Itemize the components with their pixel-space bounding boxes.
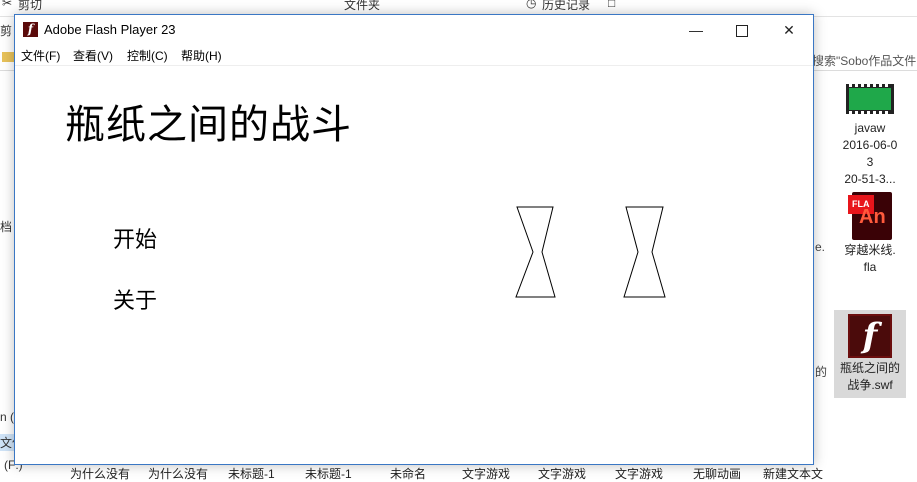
bottle-shape [515,206,556,298]
close-button[interactable]: ✕ [766,15,812,45]
left-fragment: 剪 [0,24,13,38]
minimize-button[interactable]: — [673,15,719,45]
partial-label: 的 [815,365,828,379]
file-label[interactable]: 文字游戏 [538,465,586,482]
file-label[interactable]: 文字游戏 [462,465,510,482]
maximize-icon [736,25,748,38]
file-label[interactable]: 为什么没有 [70,465,130,482]
file-label: 2016-06-0 [842,138,898,152]
file-label: 瓶纸之间的 [839,361,900,375]
bottom-file-row: 为什么没有 为什么没有 未标题-1 未标题-1 未命名 文字游戏 文字游戏 文字… [0,463,917,481]
file-label[interactable]: 无聊动画 [693,465,741,482]
left-fragment: 档 [0,220,13,234]
file-label[interactable]: 文字游戏 [615,465,663,482]
file-swf[interactable]: f 瓶纸之间的 战争.swf [834,310,906,398]
history-icon: ◷ [526,0,537,10]
file-label: 战争.swf [847,378,893,392]
window-title: Adobe Flash Player 23 [44,22,176,37]
file-javaw-video[interactable]: javaw 2016-06-0 3 20-51-3... [834,84,906,188]
menu-file[interactable]: 文件(F) [21,47,60,64]
file-label: 3 [866,155,874,169]
file-label[interactable]: 未标题-1 [228,465,275,482]
video-icon [846,84,894,114]
file-label: 穿越米线. [844,243,896,257]
left-fragment: n ( [0,410,15,424]
new-folder-button[interactable]: 文件夹 [344,0,380,13]
select-icon[interactable]: □ [608,0,615,10]
cut-button[interactable]: 剪切 [18,0,42,13]
file-label: 20-51-3... [844,172,896,186]
title-bar[interactable]: f Adobe Flash Player 23 — ✕ [15,15,813,45]
menu-help[interactable]: 帮助(H) [181,47,222,64]
flash-stage[interactable]: 瓶纸之间的战斗 开始 关于 [15,66,813,464]
folder-icon [2,52,14,62]
menu-control[interactable]: 控制(C) [127,47,168,64]
file-label[interactable]: 为什么没有 [148,465,208,482]
file-label[interactable]: 新建文本文 [763,465,823,482]
file-label[interactable]: 未命名 [390,465,426,482]
file-label[interactable]: 未标题-1 [305,465,352,482]
scissors-icon[interactable]: ✂ [2,0,12,10]
maximize-button[interactable] [719,15,765,45]
flash-player-window[interactable]: f Adobe Flash Player 23 — ✕ 文件(F) 查看(V) … [14,14,814,465]
about-option[interactable]: 关于 [113,283,157,315]
animate-fla-icon: FLA An [848,192,892,240]
file-label: javaw [854,121,886,135]
menu-view[interactable]: 查看(V) [73,47,113,64]
menu-bar: 文件(F) 查看(V) 控制(C) 帮助(H) [15,45,813,66]
flash-swf-icon: f [848,314,892,358]
file-label: fla [863,260,877,274]
start-option[interactable]: 开始 [113,222,157,254]
history-button[interactable]: 历史记录 [542,0,590,13]
file-fla[interactable]: FLA An 穿越米线. fla [834,192,906,276]
partial-label: e. [815,240,826,254]
bottle-shape [623,206,666,298]
search-input[interactable]: 搜索"Sobo作品文件 [812,52,916,69]
game-title: 瓶纸之间的战斗 [65,102,352,148]
flash-player-icon: f [23,22,38,37]
